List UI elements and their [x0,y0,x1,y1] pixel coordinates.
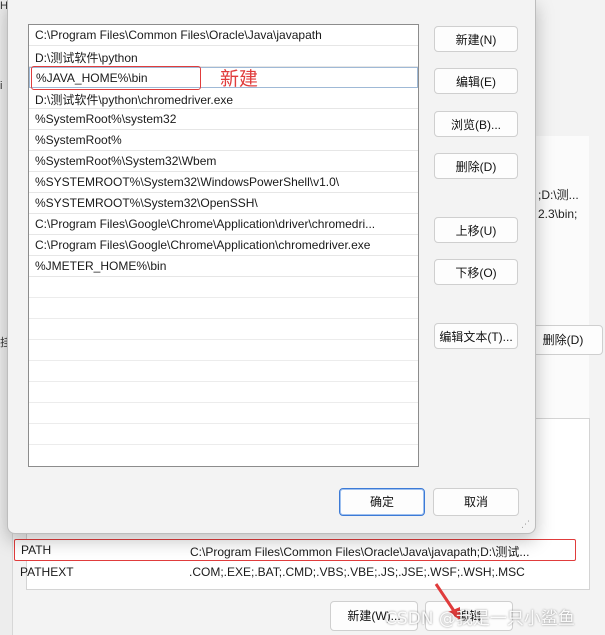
list-item-empty[interactable] [29,298,418,319]
path-text: %SYSTEMROOT%\System32\OpenSSH\ [35,196,258,210]
move-up-button[interactable]: 上移(U) [434,217,518,243]
list-item[interactable]: D:\测试软件\python\chromedriver.exe [29,88,418,109]
var-value: .COM;.EXE;.BAT;.CMD;.VBS;.VBE;.JS;.JSE;.… [189,565,525,579]
path-text: C:\Program Files\Google\Chrome\Applicati… [35,217,376,231]
ok-button[interactable]: 确定 [339,488,425,516]
background-text: 2.3\bin; [538,207,578,221]
list-item-empty[interactable] [29,403,418,424]
path-text: C:\Program Files\Common Files\Oracle\Jav… [35,28,322,42]
move-down-button[interactable]: 下移(O) [434,259,518,285]
list-item[interactable]: %SYSTEMROOT%\System32\OpenSSH\ [29,193,418,214]
var-value: C:\Program Files\Common Files\Oracle\Jav… [190,545,530,559]
browse-button[interactable]: 浏览(B)... [434,111,518,137]
edit-path-dialog: C:\Program Files\Common Files\Oracle\Jav… [7,0,536,534]
list-item[interactable]: C:\Program Files\Google\Chrome\Applicati… [29,214,418,235]
list-item[interactable]: %SystemRoot%\system32 [29,109,418,130]
background-char: i [0,80,3,92]
delete-button[interactable]: 删除(D) [434,153,518,179]
list-item-empty[interactable] [29,340,418,361]
path-text: %SYSTEMROOT%\System32\WindowsPowerShell\… [35,175,340,189]
var-name: PATHEXT [20,565,74,579]
path-text: C:\Program Files\Google\Chrome\Applicati… [35,238,371,252]
background-text: ;D:\测... [538,188,579,202]
path-text: %SystemRoot% [35,133,122,147]
table-row-path[interactable]: PATH C:\Program Files\Common Files\Oracl… [14,539,576,561]
list-item-empty[interactable] [29,424,418,445]
list-item-empty[interactable] [29,277,418,298]
list-item[interactable]: %JMETER_HOME%\bin [29,256,418,277]
path-text: %SystemRoot%\system32 [35,112,177,126]
var-name: PATH [21,543,52,557]
path-text: %JMETER_HOME%\bin [35,259,167,273]
annotation-label: 新建 [220,68,259,90]
list-item[interactable]: C:\Program Files\Common Files\Oracle\Jav… [29,25,418,46]
path-text: D:\测试软件\python\chromedriver.exe [35,93,234,107]
cancel-button[interactable]: 取消 [433,488,519,516]
list-item-empty[interactable] [29,382,418,403]
edit-text-button[interactable]: 编辑文本(T)... [434,323,518,349]
list-item[interactable]: %SYSTEMROOT%\System32\WindowsPowerShell\… [29,172,418,193]
path-text: %SystemRoot%\System32\Wbem [35,154,217,168]
list-item[interactable]: C:\Program Files\Google\Chrome\Applicati… [29,235,418,256]
user-variables-list-edge [533,136,589,436]
list-item-empty[interactable] [29,319,418,340]
list-item[interactable]: %SystemRoot% [29,130,418,151]
new-button[interactable]: 新建(N) [434,26,518,52]
table-row-pathext[interactable]: PATHEXT .COM;.EXE;.BAT;.CMD;.VBS;.VBE;.J… [14,562,574,582]
edit-button[interactable]: 编辑(E) [434,68,518,94]
resize-grip-icon[interactable]: ⋰ [521,519,531,529]
list-item-empty[interactable] [29,361,418,382]
list-item[interactable]: %SystemRoot%\System32\Wbem [29,151,418,172]
path-text: D:\测试软件\python [35,51,138,65]
watermark-text: CSDN @我是一只小鲨鱼 [385,609,575,629]
path-text: %JAVA_HOME%\bin [36,71,148,85]
